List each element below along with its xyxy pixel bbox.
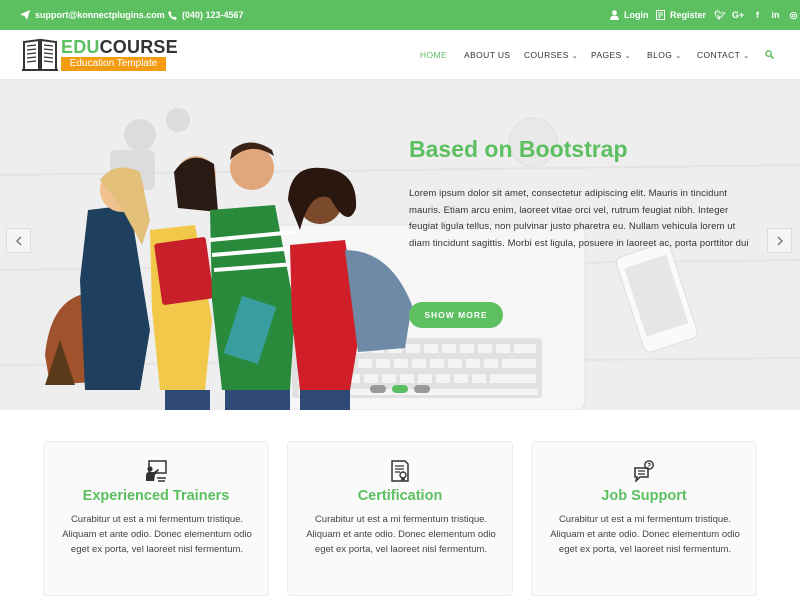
- chevron-down-icon: ⌄: [743, 53, 750, 60]
- nav-courses[interactable]: COURSES ⌄: [524, 50, 578, 60]
- hero-text: Lorem ipsum dolor sit amet, consectetur …: [409, 188, 749, 249]
- logo-tagline: Education Template: [61, 57, 166, 71]
- site-header: EDUCOURSE Education Template HOME ABOUT …: [0, 30, 800, 80]
- contact-email[interactable]: support@konnectplugins.com: [20, 0, 165, 30]
- chevron-down-icon: ⌄: [624, 53, 631, 60]
- paper-plane-icon: [20, 10, 30, 20]
- chevron-left-icon: [15, 236, 21, 245]
- nav-blog[interactable]: BLOG ⌄: [647, 50, 682, 60]
- hero-title: Based on Bootstrap: [409, 136, 628, 162]
- slider-dot-1[interactable]: [370, 385, 386, 393]
- show-more-button[interactable]: SHOW MORE: [409, 302, 503, 328]
- slider-next-button[interactable]: [767, 228, 792, 253]
- google-plus-icon[interactable]: G+: [732, 10, 744, 20]
- feature-text: Curabitur ut est a mi fermentum tristiqu…: [62, 514, 252, 555]
- chevron-right-icon: [777, 236, 783, 245]
- phone-text: (040) 123-4567: [182, 10, 244, 20]
- chevron-down-icon: ⌄: [571, 53, 579, 60]
- nav-pages[interactable]: PAGES ⌄: [591, 50, 631, 60]
- chevron-down-icon: ⌄: [675, 53, 682, 60]
- linkedin-icon[interactable]: in: [771, 10, 780, 20]
- site-logo[interactable]: EDUCOURSE Education Template: [22, 37, 178, 73]
- slider-pagination: [370, 385, 430, 393]
- feature-text: Curabitur ut est a mi fermentum tristiqu…: [550, 514, 740, 555]
- trainer-icon: [146, 460, 167, 482]
- book-logo-icon: [22, 38, 58, 71]
- register-link[interactable]: Register: [656, 0, 706, 30]
- slider-dot-2[interactable]: [392, 385, 408, 393]
- facebook-icon[interactable]: f: [753, 10, 762, 20]
- search-icon[interactable]: [765, 50, 774, 59]
- nav-home[interactable]: HOME: [420, 50, 447, 60]
- twitter-icon[interactable]: 🐦︎: [714, 10, 725, 21]
- login-link[interactable]: Login: [610, 0, 649, 30]
- feature-card-certification: Certification Curabitur ut est a mi ferm…: [287, 441, 513, 596]
- user-icon: [610, 10, 619, 20]
- register-icon: [656, 10, 665, 20]
- instagram-icon[interactable]: ◎: [789, 10, 798, 21]
- feature-title: Job Support: [601, 488, 687, 504]
- email-text: support@konnectplugins.com: [35, 10, 165, 20]
- support-chat-icon: [634, 460, 654, 482]
- nav-about-us[interactable]: ABOUT US: [464, 50, 511, 60]
- hero-slider: Based on Bootstrap Lorem ipsum dolor sit…: [0, 80, 800, 410]
- slider-dot-3[interactable]: [414, 385, 430, 393]
- feature-title: Experienced Trainers: [82, 488, 230, 504]
- feature-card-trainers: Experienced Trainers Curabitur ut est a …: [43, 441, 269, 596]
- logo-wordmark: EDUCOURSE: [61, 37, 178, 57]
- login-label: Login: [624, 10, 649, 20]
- feature-text: Curabitur ut est a mi fermentum tristiqu…: [306, 514, 496, 555]
- top-bar: support@konnectplugins.com (040) 123-456…: [0, 0, 800, 30]
- feature-card-job-support: Job Support Curabitur ut est a mi fermen…: [531, 441, 757, 596]
- phone-icon: [168, 10, 177, 20]
- feature-title: Certification: [357, 488, 443, 504]
- social-links: 🐦︎ G+ f in ◎: [714, 0, 798, 30]
- certificate-icon: [391, 460, 409, 482]
- contact-phone[interactable]: (040) 123-4567: [168, 0, 244, 30]
- slider-prev-button[interactable]: [6, 228, 31, 253]
- nav-contact[interactable]: CONTACT ⌄: [697, 50, 750, 60]
- register-label: Register: [670, 10, 707, 20]
